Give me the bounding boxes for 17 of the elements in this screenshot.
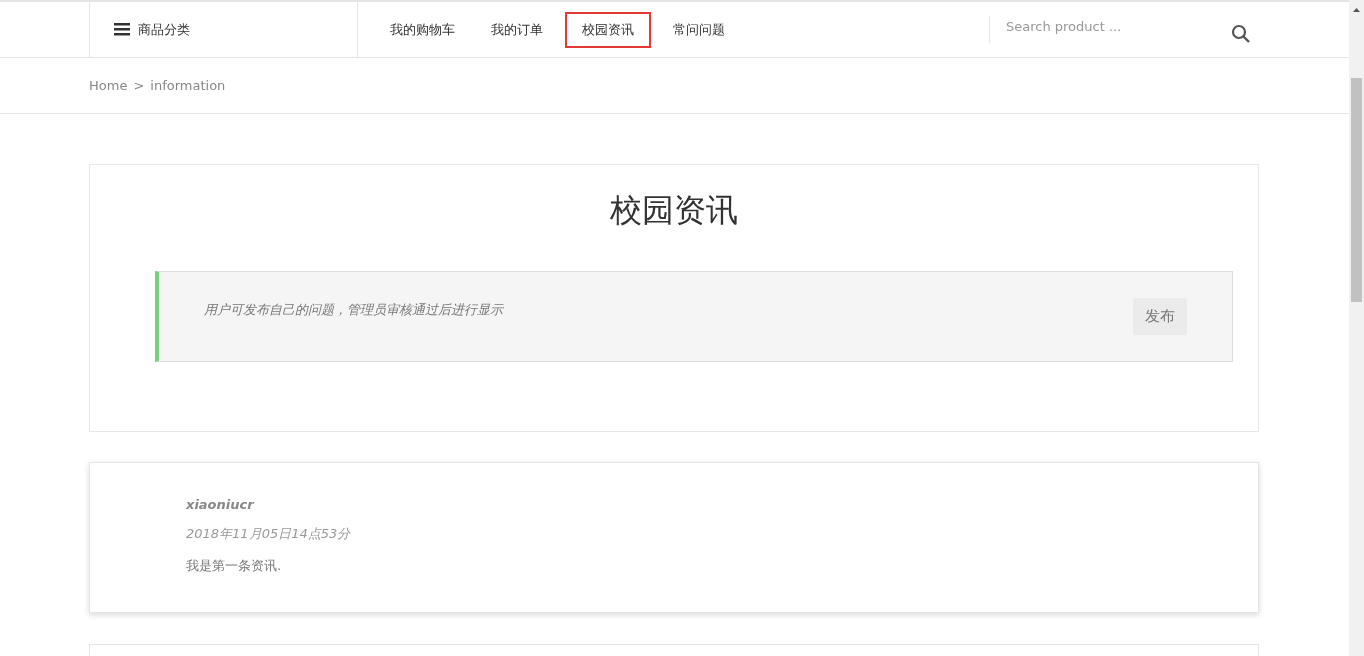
nav-link[interactable]: 我的订单 [477, 11, 557, 48]
notice-text: 用户可发布自己的问题，管理员审核通过后进行显示 [204, 300, 503, 319]
category-label: 商品分类 [138, 20, 190, 39]
nav-link[interactable]: 我的购物车 [376, 11, 469, 48]
page-title: 校园资讯 [609, 190, 739, 231]
post-content: 我是第一条资讯. [186, 557, 283, 575]
menu-icon [114, 23, 130, 36]
category-menu[interactable]: 商品分类 [89, 2, 358, 57]
publish-button[interactable]: 发布 [1133, 298, 1187, 335]
search-icon[interactable] [1231, 23, 1251, 44]
post-time: 2018年11月05日14点53分 [186, 525, 352, 543]
breadcrumb-separator: > [133, 78, 145, 93]
post-author: xiaoniucr [186, 497, 256, 512]
breadcrumb-current: information [150, 78, 226, 93]
nav-link[interactable]: 常问问题 [659, 11, 739, 48]
nav-link[interactable]: 校园资讯 [565, 11, 651, 48]
breadcrumb-link[interactable]: Home [89, 78, 128, 93]
